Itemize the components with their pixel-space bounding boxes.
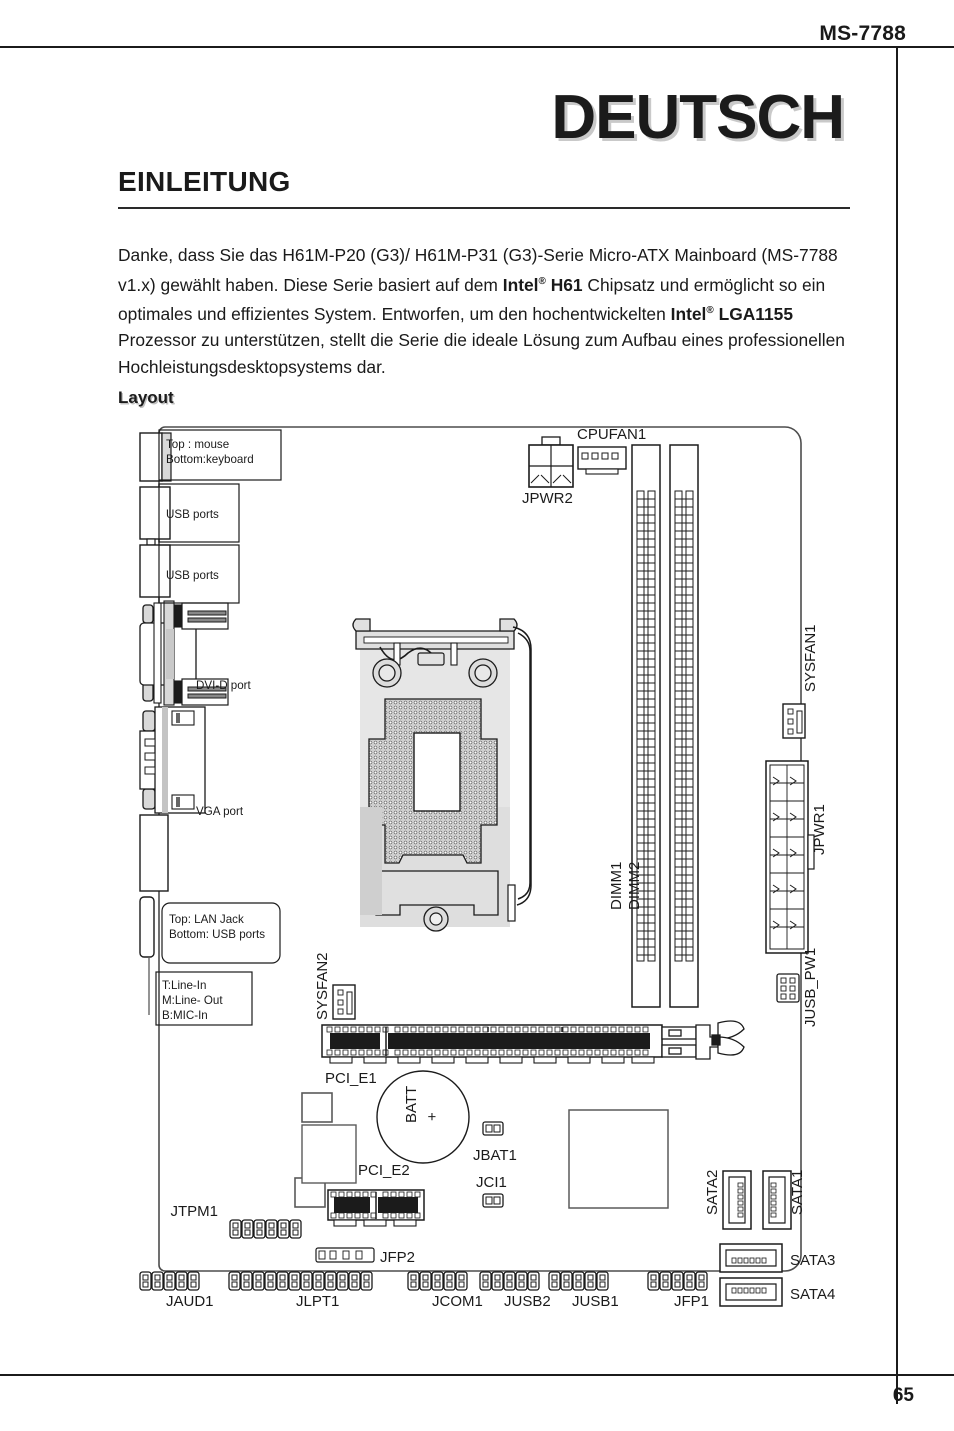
callout-vga: VGA port [196,805,244,818]
section-divider [118,207,850,209]
label-jusb1: JUSB1 [572,1293,619,1310]
chipset-package [568,1109,669,1209]
callout-lan-line1: Top: LAN Jack [169,913,244,926]
label-batt-plus: + [424,1112,441,1121]
sysfan2-connector [332,984,356,1020]
model-code: MS-7788 [819,22,906,45]
layout-subsection-title: Layout [118,388,174,407]
label-sata4: SATA4 [790,1286,835,1303]
callout-usb-mid: USB ports [166,569,219,582]
label-jaud1: JAUD1 [166,1293,214,1310]
label-sysfan1: SYSFAN1 [802,624,819,692]
jfp1-header [647,1271,708,1291]
jusb-pw1-connector [776,973,800,1003]
io-chip-package [301,1124,357,1184]
callout-lan-line2: Bottom: USB ports [169,928,265,941]
callout-audio-line1: T:Line-In [162,979,206,992]
callout-dvi: DVI-D port [196,679,252,692]
language-title: DEUTSCH [551,83,845,152]
mounting-pad-upper [301,1092,333,1123]
label-sysfan2: SYSFAN2 [314,952,331,1020]
page-frame-vertical-rule [896,46,898,1376]
footer-rule [0,1374,954,1376]
label-pci-e1: PCI_E1 [325,1070,377,1087]
callout-ps2-line1: Top : mouse [166,438,229,451]
label-jusb-pw1: JUSB_PW1 [802,948,819,1027]
label-batt: BATT [403,1086,420,1123]
label-jtpm1: JTPM1 [170,1203,218,1220]
sata2-port [722,1170,752,1230]
jpwr1-connector [765,760,815,954]
sata1-port [762,1170,792,1230]
intro-paragraph: Danke, dass Sie das H61M-P20 (G3)/ H61M-… [118,245,845,377]
callout-audio-line3: B:MIC-In [162,1009,208,1022]
label-jpwr1: JPWR1 [811,804,828,855]
lan-usb-connector [139,814,169,892]
jbat1-jumper [482,1121,504,1136]
dimm2-slot [669,444,699,1008]
label-jusb2: JUSB2 [504,1293,551,1310]
label-jbat1: JBAT1 [473,1147,517,1164]
section-title: EINLEITUNG [118,166,291,197]
pci-e2-slot [327,1189,425,1227]
audio-jacks-connector [139,896,155,958]
vga-connector [139,706,206,814]
jaud1-header [139,1271,200,1291]
jci1-jumper [482,1193,504,1208]
jusb2-header [479,1271,540,1291]
callout-audio-line2: M:Line- Out [162,994,223,1007]
label-jlpt1: JLPT1 [296,1293,339,1310]
label-jpwr2: JPWR2 [522,490,573,507]
label-jci1: JCI1 [476,1174,507,1191]
bottom-header-row [139,1271,708,1291]
label-cpufan1: CPUFAN1 [577,426,646,443]
label-jfp2: JFP2 [380,1249,415,1266]
jlpt1-header [228,1271,373,1291]
motherboard-layout-diagram: Top : mouse Bottom:keyboard USB ports US… [118,415,858,1310]
sata4-port [719,1277,783,1307]
jusb1-header [548,1271,609,1291]
label-sata3: SATA3 [790,1252,835,1269]
label-sata2: SATA2 [704,1170,721,1215]
callout-usb-top: USB ports [166,508,219,521]
document-page: MS-7788 65 DEUTSCH EINLEITUNG Danke, das… [0,0,954,1431]
label-sata1: SATA1 [789,1170,806,1215]
page-number: 65 [892,1385,914,1406]
label-dimm1: DIMM1 [608,862,625,910]
jpwr2-connector [528,436,574,488]
dimm1-slot [631,444,661,1008]
sata3-port [719,1243,783,1273]
label-jfp1: JFP1 [674,1293,709,1310]
jfp2-header [315,1247,375,1263]
jcom1-header [407,1271,468,1291]
cmos-battery [376,1070,470,1164]
label-dimm2: DIMM2 [626,862,643,910]
sysfan1-connector [782,703,806,739]
label-pci-e2: PCI_E2 [358,1162,410,1179]
cpu-socket-lga1155 [352,618,532,932]
header-rule [0,46,954,48]
jtpm1-header [229,1219,302,1239]
label-jcom1: JCOM1 [432,1293,483,1310]
callout-ps2-line2: Bottom:keyboard [166,453,254,466]
